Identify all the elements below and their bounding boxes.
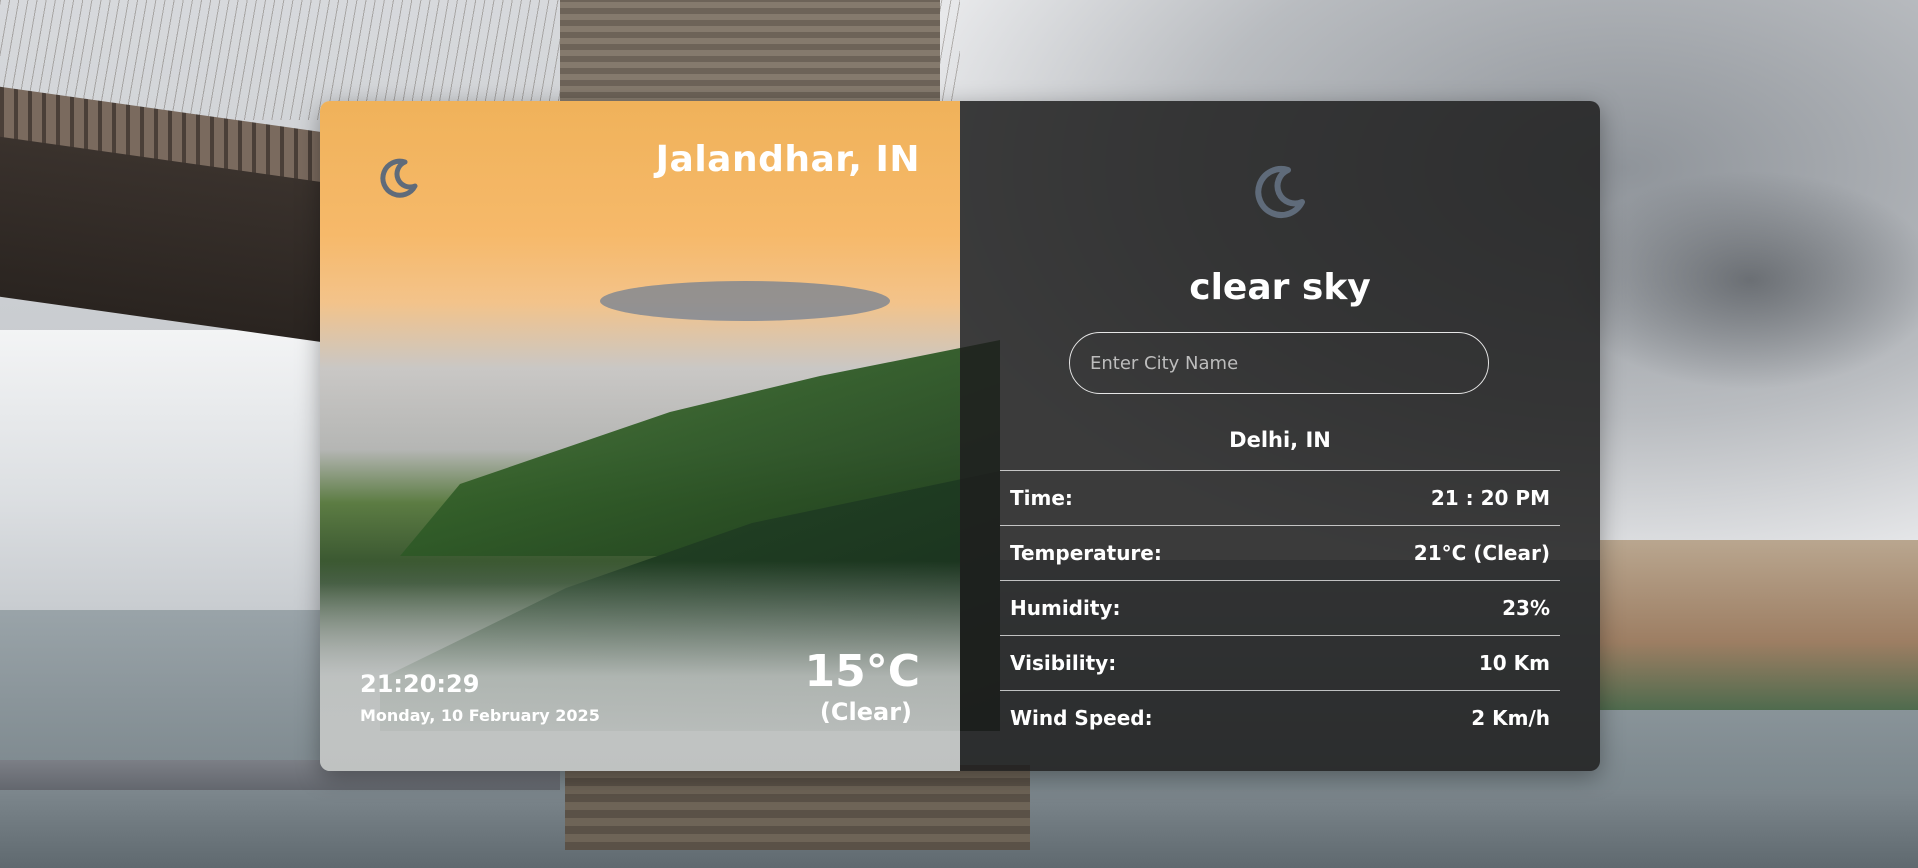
cloud-band (600, 281, 890, 321)
city-name: Jalandhar, IN (655, 139, 920, 180)
moon-icon (1255, 166, 1305, 218)
background-sky-left (0, 330, 360, 610)
current-weather-panel: Jalandhar, IN 21:20:29 Monday, 10 Februa… (320, 101, 1000, 771)
moon-icon (380, 158, 418, 198)
detail-row-temperature: Temperature: 21°C (Clear) (1000, 525, 1560, 580)
detail-value: 21 : 20 PM (1430, 486, 1550, 510)
weather-details-table: Time: 21 : 20 PM Temperature: 21°C (Clea… (1000, 470, 1560, 745)
city-search-input[interactable] (1069, 332, 1489, 394)
weather-condition: (Clear) (819, 698, 912, 726)
background-clouds (1560, 170, 1918, 390)
detail-label: Wind Speed: (1010, 706, 1153, 730)
detail-row-visibility: Visibility: 10 Km (1000, 635, 1560, 690)
detail-value: 23% (1502, 596, 1550, 620)
current-time: 21:20:29 (360, 670, 480, 698)
weather-card: Jalandhar, IN 21:20:29 Monday, 10 Februa… (320, 101, 1600, 771)
temperature: 15°C (804, 646, 920, 697)
background-bridge-pier (565, 765, 1030, 850)
search-weather-panel: clear sky Delhi, IN Time: 21 : 20 PM Tem… (960, 101, 1600, 771)
detail-value: 10 Km (1478, 651, 1550, 675)
searched-location: Delhi, IN (1229, 428, 1331, 452)
detail-label: Time: (1010, 486, 1073, 510)
detail-label: Temperature: (1010, 541, 1162, 565)
detail-value: 2 Km/h (1471, 706, 1550, 730)
detail-label: Humidity: (1010, 596, 1121, 620)
background-bridge-tower (560, 0, 940, 110)
detail-row-time: Time: 21 : 20 PM (1000, 470, 1560, 525)
detail-row-humidity: Humidity: 23% (1000, 580, 1560, 635)
current-date: Monday, 10 February 2025 (360, 706, 600, 725)
background-city-right (1600, 540, 1918, 710)
weather-description: clear sky (1189, 267, 1371, 308)
detail-label: Visibility: (1010, 651, 1117, 675)
detail-value: 21°C (Clear) (1413, 541, 1550, 565)
detail-row-wind-speed: Wind Speed: 2 Km/h (1000, 690, 1560, 745)
